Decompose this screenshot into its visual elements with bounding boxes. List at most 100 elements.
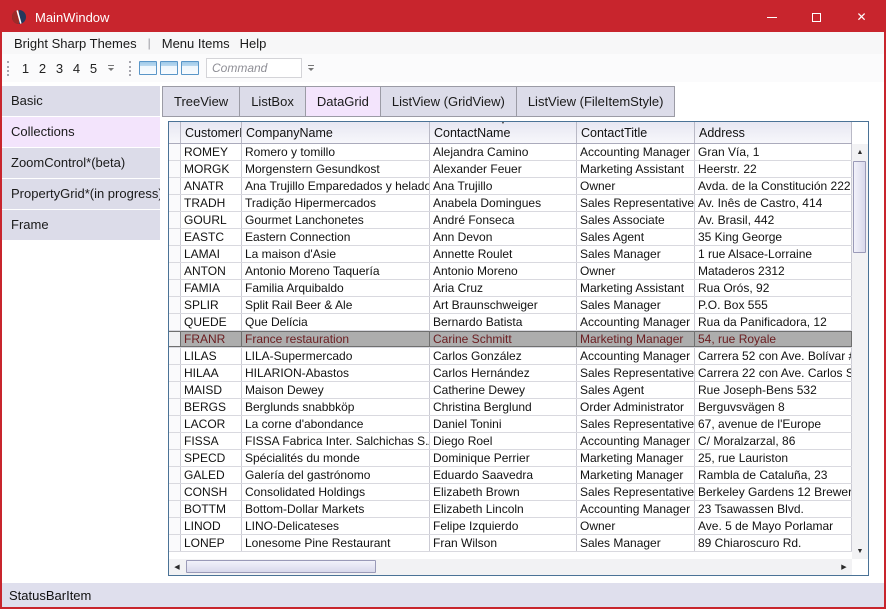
grid-cell[interactable]: FISSA — [181, 433, 242, 449]
grid-cell[interactable]: GALED — [181, 467, 242, 483]
grid-cell[interactable]: Annette Roulet — [430, 246, 577, 262]
column-header-companyname[interactable]: CompanyName — [242, 122, 430, 143]
grid-select-all-stub[interactable] — [169, 122, 181, 143]
toolbar-grip-icon[interactable] — [7, 61, 12, 76]
grid-cell[interactable]: 23 Tsawassen Blvd. — [695, 501, 852, 517]
table-row[interactable]: BERGSBerglunds snabbköpChristina Berglun… — [169, 399, 852, 416]
command-input[interactable] — [206, 58, 302, 78]
tab-listview-gridview-[interactable]: ListView (GridView) — [380, 86, 517, 117]
grid-cell[interactable]: Av. Inês de Castro, 414 — [695, 195, 852, 211]
toolbar-grip-icon[interactable] — [129, 61, 134, 76]
grid-cell[interactable]: CONSH — [181, 484, 242, 500]
row-header-stub[interactable] — [169, 144, 181, 160]
table-row[interactable]: MORGKMorgenstern GesundkostAlexander Feu… — [169, 161, 852, 178]
table-row[interactable]: HILAAHILARION-AbastosCarlos HernándezSal… — [169, 365, 852, 382]
grid-cell[interactable]: Sales Agent — [577, 229, 695, 245]
row-header-stub[interactable] — [169, 399, 181, 415]
grid-cell[interactable]: Christina Berglund — [430, 399, 577, 415]
table-row[interactable]: QUEDEQue DelíciaBernardo BatistaAccounti… — [169, 314, 852, 331]
grid-cell[interactable]: Accounting Manager — [577, 314, 695, 330]
table-row[interactable]: ROMEYRomero y tomilloAlejandra CaminoAcc… — [169, 144, 852, 161]
table-row-selected[interactable]: FRANRFrance restaurationCarine SchmittMa… — [169, 331, 852, 348]
toolbar-button-4[interactable]: 4 — [68, 61, 85, 76]
row-header-stub[interactable] — [169, 365, 181, 381]
grid-cell[interactable]: Bernardo Batista — [430, 314, 577, 330]
grid-cell[interactable]: Ann Devon — [430, 229, 577, 245]
grid-cell[interactable]: FAMIA — [181, 280, 242, 296]
table-row[interactable]: ANATRAna Trujillo Emparedados y heladosA… — [169, 178, 852, 195]
table-row[interactable]: TRADHTradição HipermercadosAnabela Domin… — [169, 195, 852, 212]
toolbar-button-3[interactable]: 3 — [51, 61, 68, 76]
grid-cell[interactable]: Elizabeth Brown — [430, 484, 577, 500]
grid-cell[interactable]: Ana Trujillo — [430, 178, 577, 194]
menu-item-bright-sharp-themes[interactable]: Bright Sharp Themes — [9, 36, 142, 51]
grid-cell[interactable]: BERGS — [181, 399, 242, 415]
grid-cell[interactable]: HILAA — [181, 365, 242, 381]
grid-cell[interactable]: Accounting Manager — [577, 348, 695, 364]
close-button[interactable]: ✕ — [839, 2, 884, 32]
grid-cell[interactable]: Carine Schmitt — [430, 331, 577, 347]
grid-cell[interactable]: Gran Vía, 1 — [695, 144, 852, 160]
grid-cell[interactable]: Mataderos 2312 — [695, 263, 852, 279]
grid-cell[interactable]: Bottom-Dollar Markets — [242, 501, 430, 517]
grid-cell[interactable]: Catherine Dewey — [430, 382, 577, 398]
table-row[interactable]: SPECDSpécialités du mondeDominique Perri… — [169, 450, 852, 467]
row-header-stub[interactable] — [169, 263, 181, 279]
grid-cell[interactable]: Ana Trujillo Emparedados y helados — [242, 178, 430, 194]
window-style-icon[interactable] — [181, 61, 199, 75]
row-header-stub[interactable] — [169, 229, 181, 245]
sidebar-item-collections[interactable]: Collections — [2, 117, 160, 147]
grid-cell[interactable]: Anabela Domingues — [430, 195, 577, 211]
row-header-stub[interactable] — [169, 467, 181, 483]
grid-cell[interactable]: Carrera 52 con Ave. Bolívar #6 — [695, 348, 852, 364]
grid-cell[interactable]: LAMAI — [181, 246, 242, 262]
grid-cell[interactable]: ANTON — [181, 263, 242, 279]
tab-listbox[interactable]: ListBox — [239, 86, 306, 117]
grid-cell[interactable]: Elizabeth Lincoln — [430, 501, 577, 517]
grid-cell[interactable]: LILAS — [181, 348, 242, 364]
grid-cell[interactable]: LILA-Supermercado — [242, 348, 430, 364]
grid-cell[interactable]: La maison d'Asie — [242, 246, 430, 262]
table-row[interactable]: LILASLILA-SupermercadoCarlos GonzálezAcc… — [169, 348, 852, 365]
grid-cell[interactable]: GOURL — [181, 212, 242, 228]
grid-cell[interactable]: Accounting Manager — [577, 144, 695, 160]
grid-cell[interactable]: Fran Wilson — [430, 535, 577, 551]
grid-cell[interactable]: Maison Dewey — [242, 382, 430, 398]
grid-cell[interactable]: 35 King George — [695, 229, 852, 245]
grid-cell[interactable]: Dominique Perrier — [430, 450, 577, 466]
grid-cell[interactable]: Marketing Manager — [577, 331, 695, 347]
table-row[interactable]: SPLIRSplit Rail Beer & AleArt Braunschwe… — [169, 297, 852, 314]
grid-cell[interactable]: 25, rue Lauriston — [695, 450, 852, 466]
grid-cell[interactable]: Antonio Moreno Taquería — [242, 263, 430, 279]
column-header-address[interactable]: Address — [695, 122, 852, 143]
table-row[interactable]: EASTCEastern ConnectionAnn DevonSales Ag… — [169, 229, 852, 246]
window-style-icon[interactable] — [139, 61, 157, 75]
row-header-stub[interactable] — [169, 297, 181, 313]
grid-cell[interactable]: Sales Representative — [577, 484, 695, 500]
grid-cell[interactable]: Eastern Connection — [242, 229, 430, 245]
tab-datagrid[interactable]: DataGrid — [305, 86, 381, 117]
toolbar-overflow-icon[interactable] — [105, 60, 116, 76]
grid-cell[interactable]: Accounting Manager — [577, 501, 695, 517]
row-header-stub[interactable] — [169, 433, 181, 449]
grid-cell[interactable]: Consolidated Holdings — [242, 484, 430, 500]
row-header-stub[interactable] — [169, 161, 181, 177]
grid-cell[interactable]: 1 rue Alsace-Lorraine — [695, 246, 852, 262]
grid-cell[interactable]: Morgenstern Gesundkost — [242, 161, 430, 177]
grid-cell[interactable]: FISSA Fabrica Inter. Salchichas S.A. — [242, 433, 430, 449]
grid-cell[interactable]: Marketing Assistant — [577, 280, 695, 296]
table-row[interactable]: BOTTMBottom-Dollar MarketsElizabeth Linc… — [169, 501, 852, 518]
grid-cell[interactable]: LINOD — [181, 518, 242, 534]
menu-item-help[interactable]: Help — [235, 36, 272, 51]
grid-cell[interactable]: André Fonseca — [430, 212, 577, 228]
grid-cell[interactable]: SPLIR — [181, 297, 242, 313]
grid-cell[interactable]: Sales Manager — [577, 297, 695, 313]
row-header-stub[interactable] — [169, 246, 181, 262]
grid-cell[interactable]: Romero y tomillo — [242, 144, 430, 160]
grid-cell[interactable]: 67, avenue de l'Europe — [695, 416, 852, 432]
grid-cell[interactable]: P.O. Box 555 — [695, 297, 852, 313]
grid-cell[interactable]: ANATR — [181, 178, 242, 194]
sidebar-item-zoomcontrol-beta-[interactable]: ZoomControl*(beta) — [2, 148, 160, 178]
grid-cell[interactable]: Spécialités du monde — [242, 450, 430, 466]
horizontal-scrollbar-thumb[interactable] — [186, 560, 376, 573]
